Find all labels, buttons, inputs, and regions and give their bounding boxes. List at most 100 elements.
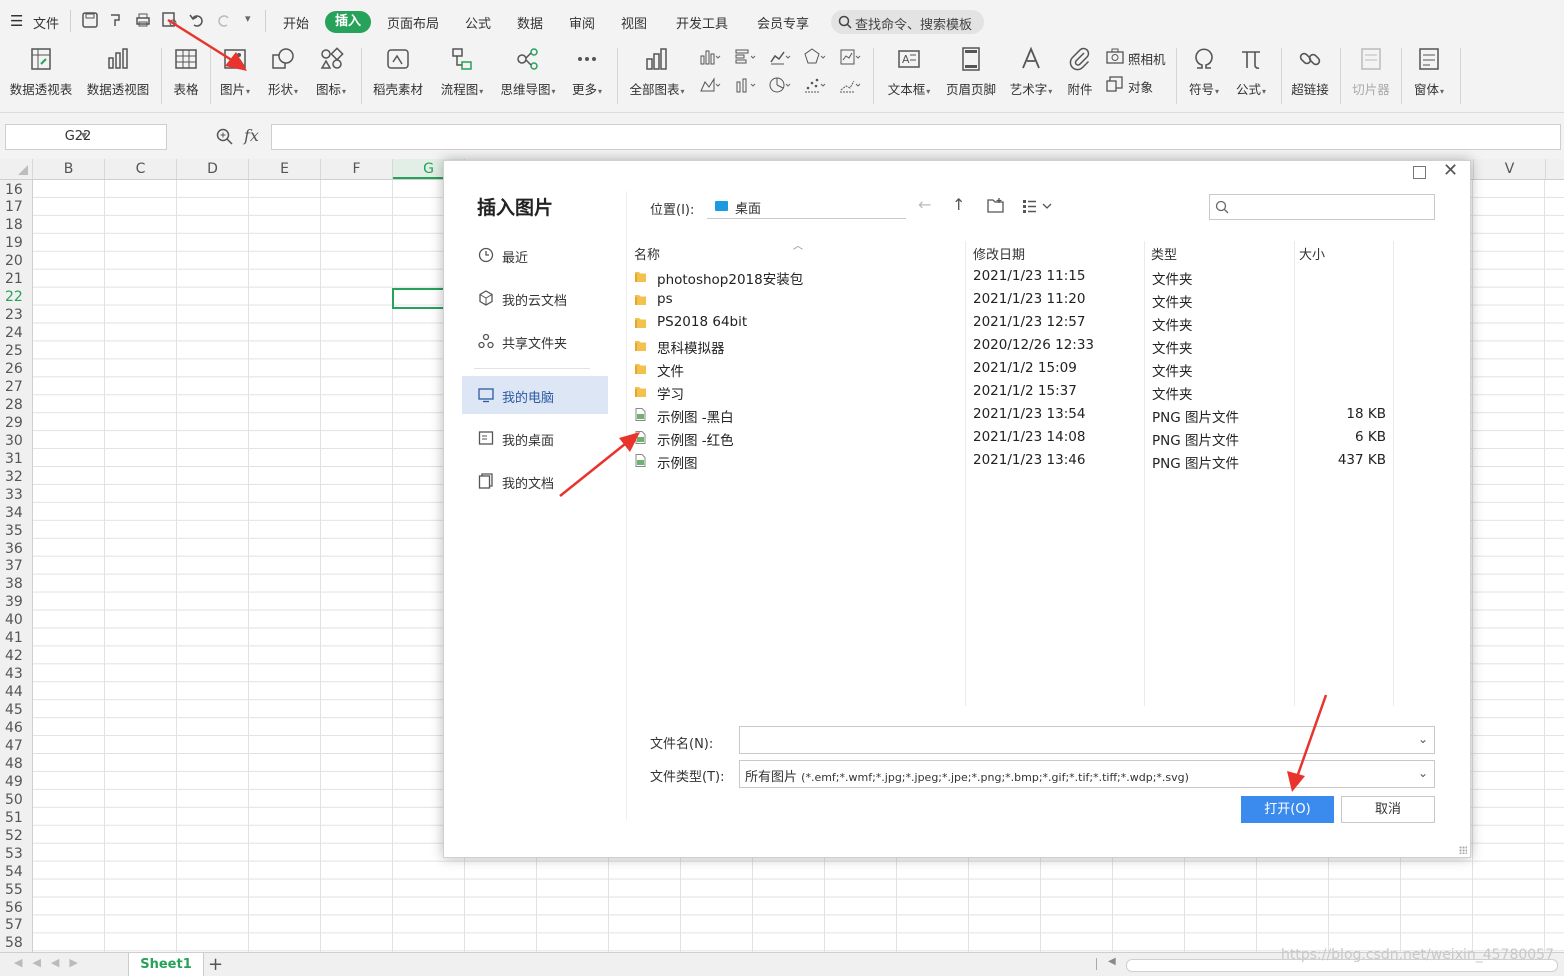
row-header[interactable]: 43 — [0, 665, 32, 683]
row-header[interactable]: 23 — [0, 306, 32, 324]
cancel-button[interactable]: 取消 — [1341, 796, 1435, 823]
file-row[interactable]: 示例图 -红色 2021/1/23 14:08 PNG 图片文件 6 KB — [634, 426, 1394, 449]
chevron-down-icon[interactable]: ▼ — [6, 131, 162, 140]
print-icon[interactable] — [134, 11, 152, 29]
tab-insert[interactable]: 插入 — [325, 11, 371, 33]
column-type-header[interactable]: 类型 — [1151, 244, 1177, 263]
file-row[interactable]: photoshop2018安装包 2021/1/23 11:15 文件夹 — [634, 265, 1394, 288]
row-header[interactable]: 51 — [0, 809, 32, 827]
nav-my-documents[interactable]: 我的文档 — [462, 462, 608, 500]
icon-button[interactable]: 图标▾ — [310, 42, 352, 106]
format-painter-icon[interactable] — [107, 11, 125, 29]
row-header[interactable]: 20 — [0, 252, 32, 270]
row-header[interactable]: 41 — [0, 629, 32, 647]
bar-chart-icon[interactable] — [734, 48, 756, 66]
row-header[interactable]: 25 — [0, 342, 32, 360]
row-header[interactable]: 44 — [0, 683, 32, 701]
nav-my-computer[interactable]: 我的电脑 — [462, 376, 608, 414]
row-header[interactable]: 55 — [0, 881, 32, 899]
tab-developer[interactable]: 开发工具 — [676, 13, 728, 32]
row-header[interactable]: 29 — [0, 414, 32, 432]
chevron-down-icon[interactable]: ⌄ — [1418, 732, 1428, 746]
fx-icon[interactable]: fx — [244, 126, 259, 145]
back-arrow-icon[interactable]: ← — [918, 195, 931, 214]
redo-icon[interactable] — [215, 11, 233, 29]
column-header[interactable]: C — [105, 159, 177, 179]
column-header[interactable]: E — [249, 159, 321, 179]
add-sheet-icon[interactable]: + — [208, 954, 223, 975]
table-button[interactable]: 表格 — [168, 42, 204, 106]
daoke-material-button[interactable]: 稻壳素材 — [368, 42, 428, 106]
sheet-tab[interactable]: Sheet1 — [128, 953, 204, 976]
flowchart-button[interactable]: 流程图▾ — [434, 42, 490, 106]
command-search[interactable]: 查找命令、搜索模板 — [831, 10, 984, 34]
row-header[interactable]: 35 — [0, 522, 32, 540]
tab-review[interactable]: 审阅 — [569, 13, 595, 32]
scroll-left-icon[interactable]: ◀ — [1108, 956, 1116, 967]
nav-my-desktop[interactable]: 我的桌面 — [462, 419, 608, 457]
tab-formulas[interactable]: 公式 — [465, 13, 491, 32]
other-chart-icon[interactable] — [839, 76, 861, 94]
all-charts-button[interactable]: 全部图表▾ — [624, 42, 690, 106]
tab-home[interactable]: 开始 — [283, 13, 309, 32]
row-header[interactable]: 37 — [0, 557, 32, 575]
row-header[interactable]: 16 — [0, 181, 32, 199]
tab-view[interactable]: 视图 — [621, 13, 647, 32]
open-button[interactable]: 打开(O) — [1241, 796, 1334, 823]
picture-button[interactable]: 图片▾ — [214, 42, 256, 106]
select-all-corner[interactable] — [0, 159, 33, 179]
location-select[interactable]: 桌面 ⌄ — [707, 194, 906, 219]
row-header[interactable]: 18 — [0, 216, 32, 234]
more-button[interactable]: 更多▾ — [566, 42, 608, 106]
row-header[interactable]: 27 — [0, 378, 32, 396]
file-menu[interactable]: 文件 — [33, 13, 59, 32]
print-preview-icon[interactable] — [161, 11, 179, 29]
column-size-header[interactable]: 大小 — [1299, 244, 1325, 263]
column-chart-icon[interactable] — [699, 48, 721, 66]
row-header[interactable]: 32 — [0, 468, 32, 486]
column-header[interactable]: F — [321, 159, 393, 179]
formula-input[interactable] — [271, 124, 1561, 150]
row-header[interactable]: 28 — [0, 396, 32, 414]
up-arrow-icon[interactable]: ↑ — [952, 195, 965, 214]
customize-qa-icon[interactable]: ▾ — [245, 12, 251, 25]
row-header[interactable]: 52 — [0, 827, 32, 845]
hyperlink-button[interactable]: 超链接 — [1287, 42, 1333, 106]
save-icon[interactable] — [81, 11, 99, 29]
scatter-chart-icon[interactable] — [804, 76, 826, 94]
column-date-header[interactable]: 修改日期 — [973, 244, 1025, 263]
file-row[interactable]: 思科模拟器 2020/12/26 12:33 文件夹 — [634, 334, 1394, 357]
pivot-chart-button[interactable]: 数据透视图 — [83, 42, 153, 106]
resize-grip[interactable] — [1459, 846, 1467, 854]
name-box[interactable]: G22 ▼ — [5, 124, 167, 150]
row-header[interactable]: 47 — [0, 737, 32, 755]
pie-chart-icon[interactable] — [769, 76, 791, 94]
attachment-button[interactable]: 附件 — [1062, 42, 1098, 106]
nav-shared-folder[interactable]: 共享文件夹 — [462, 322, 608, 360]
row-header[interactable]: 50 — [0, 791, 32, 809]
row-header[interactable]: 34 — [0, 504, 32, 522]
row-header[interactable]: 58 — [0, 934, 32, 952]
column-header[interactable]: D — [177, 159, 249, 179]
nav-recent[interactable]: 最近 — [462, 236, 608, 274]
dialog-search-input[interactable] — [1209, 194, 1435, 220]
pivot-table-button[interactable]: 数据透视表 — [6, 42, 76, 106]
row-header[interactable]: 56 — [0, 899, 32, 917]
area-chart-icon[interactable] — [699, 76, 721, 94]
row-header[interactable]: 21 — [0, 270, 32, 288]
file-row[interactable]: 示例图 2021/1/23 13:46 PNG 图片文件 437 KB — [634, 449, 1394, 472]
row-header[interactable]: 42 — [0, 647, 32, 665]
row-header[interactable]: 30 — [0, 432, 32, 450]
row-header[interactable]: 17 — [0, 198, 32, 216]
file-row[interactable]: 文件 2021/1/2 15:09 文件夹 — [634, 357, 1394, 380]
symbol-button[interactable]: 符号▾ — [1182, 42, 1226, 106]
combo-chart-icon[interactable] — [734, 76, 756, 94]
file-row[interactable]: PS2018 64bit 2021/1/23 12:57 文件夹 — [634, 311, 1394, 334]
row-header[interactable]: 57 — [0, 916, 32, 934]
row-header[interactable]: 49 — [0, 773, 32, 791]
line-chart-icon[interactable] — [769, 48, 791, 66]
row-header[interactable]: 48 — [0, 755, 32, 773]
row-header[interactable]: 40 — [0, 611, 32, 629]
window-form-button[interactable]: 窗体▾ — [1407, 42, 1451, 106]
filetype-select[interactable]: 所有图片 (*.emf;*.wmf;*.jpg;*.jpeg;*.jpe;*.p… — [739, 760, 1435, 788]
